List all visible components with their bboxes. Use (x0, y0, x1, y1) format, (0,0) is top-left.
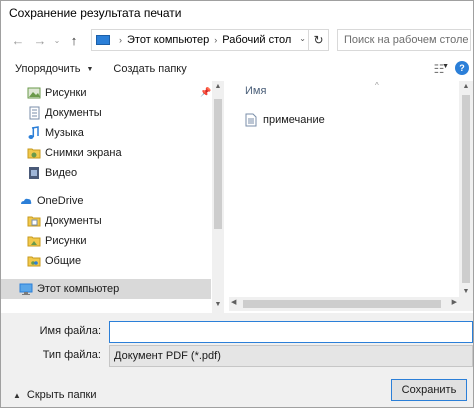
title-bar: Сохранение результата печати (1, 1, 473, 25)
file-name: примечание (263, 114, 325, 126)
chevron-up-icon: ▲ (13, 390, 21, 400)
file-list-vertical-scrollbar[interactable]: ▲ ▼ (459, 81, 473, 297)
sidebar-item-music[interactable]: Музыка (1, 123, 211, 143)
sidebar-item-label: Видео (45, 167, 78, 179)
chevron-down-icon: ⌄ (53, 35, 61, 45)
arrow-up-icon: ↑ (70, 32, 78, 48)
sidebar-item-this-pc[interactable]: Этот компьютер (1, 279, 211, 299)
sidebar-item-label: Документы (45, 107, 102, 119)
video-icon (29, 167, 39, 179)
scrollbar-corner (459, 297, 473, 311)
sidebar-item-label: OneDrive (37, 195, 84, 207)
documents-icon (27, 216, 41, 227)
sidebar-item-label: Музыка (45, 127, 84, 139)
refresh-button[interactable]: ↻ (308, 30, 328, 50)
file-list-horizontal-scrollbar[interactable]: ◀ ▶ (229, 297, 459, 311)
shared-folder-icon (27, 256, 41, 267)
filetype-value: Документ PDF (*.pdf) (114, 350, 221, 362)
save-form: Имя файла: Тип файла: Документ PDF (*.pd… (1, 313, 473, 407)
arrow-right-icon: → (33, 32, 47, 48)
new-folder-label: Создать папку (113, 63, 187, 75)
music-icon (28, 126, 39, 139)
sidebar-item-onedrive-documents[interactable]: Документы (1, 211, 211, 231)
sidebar-item-label: Снимки экрана (45, 147, 122, 159)
sidebar-item-pictures[interactable]: Рисунки 📌 (1, 83, 211, 103)
refresh-icon: ↻ (313, 33, 324, 47)
organize-button[interactable]: Упорядочить ▼ (7, 63, 101, 75)
sidebar-item-label: Общие (45, 255, 82, 267)
folder-icon (27, 148, 41, 159)
help-button[interactable]: ? (455, 61, 469, 75)
hide-folders-button[interactable]: ▲ Скрыть папки (13, 389, 97, 401)
breadcrumb-separator-icon: › (214, 35, 218, 45)
forward-button[interactable]: → (29, 29, 51, 51)
address-bar[interactable]: › Этот компьютер › Рабочий стол ⌄ ↻ (91, 29, 329, 51)
help-icon: ? (459, 63, 465, 73)
breadcrumb-this-pc[interactable]: Этот компьютер (127, 34, 209, 46)
sidebar-item-video[interactable]: Видео (1, 163, 211, 183)
sort-arrow-icon: ^ (375, 81, 379, 90)
hide-folders-label: Скрыть папки (26, 389, 97, 401)
navigation-scrollbar[interactable]: ▲ ▼ (212, 81, 224, 313)
organize-label: Упорядочить (15, 63, 81, 75)
file-item[interactable]: примечание (245, 111, 325, 129)
breadcrumb-desktop[interactable]: Рабочий стол (222, 34, 291, 46)
save-button[interactable]: Сохранить (391, 379, 467, 401)
sidebar-item-label: Рисунки (45, 235, 87, 247)
navigation-pane: Рисунки 📌 Документы Музыка Снимки экрана… (1, 81, 213, 313)
column-header-name[interactable]: Имя (245, 85, 266, 97)
caret-down-icon: ▼ (86, 65, 94, 73)
sidebar-item-label: Рисунки (45, 87, 87, 99)
recent-locations-button[interactable]: ⌄ (51, 29, 63, 51)
onedrive-icon (21, 198, 32, 204)
address-dropdown-icon[interactable]: ⌄ (299, 34, 306, 43)
scrollbar-thumb[interactable] (462, 95, 470, 283)
scroll-down-icon[interactable]: ▼ (212, 301, 224, 311)
filetype-select[interactable]: Документ PDF (*.pdf) (109, 345, 473, 367)
scroll-down-icon[interactable]: ▼ (459, 288, 473, 295)
sidebar-item-onedrive-pictures[interactable]: Рисунки (1, 231, 211, 251)
back-button[interactable]: ← (7, 29, 29, 51)
sidebar-item-shared[interactable]: Общие (1, 251, 211, 271)
breadcrumb-separator-icon: › (119, 35, 122, 45)
file-list: ^ Имя примечание (225, 81, 473, 297)
text-file-icon (245, 113, 257, 127)
scrollbar-thumb[interactable] (214, 99, 222, 229)
pictures-icon (27, 236, 41, 247)
window-title: Сохранение результата печати (9, 6, 182, 20)
filename-label: Имя файла: (39, 325, 101, 337)
scroll-up-icon[interactable]: ▲ (459, 83, 473, 90)
save-label: Сохранить (401, 384, 457, 396)
save-dialog: Сохранение результата печати ← → ⌄ ↑ › Э… (0, 0, 474, 408)
scroll-up-icon[interactable]: ▲ (212, 83, 224, 93)
filename-input[interactable] (109, 321, 473, 343)
sidebar-item-onedrive[interactable]: OneDrive (1, 191, 211, 211)
sidebar-item-screenshots[interactable]: Снимки экрана (1, 143, 211, 163)
computer-icon (19, 283, 33, 295)
new-folder-button[interactable]: Создать папку (105, 63, 194, 75)
scroll-left-icon[interactable]: ◀ (231, 298, 236, 306)
filetype-label: Тип файла: (42, 349, 101, 361)
scroll-right-icon[interactable]: ▶ (452, 298, 457, 306)
pictures-icon (27, 87, 41, 99)
scrollbar-thumb[interactable] (243, 300, 441, 308)
arrow-left-icon: ← (11, 32, 25, 48)
search-input[interactable]: Поиск на рабочем столе (337, 29, 471, 51)
toolbar: Упорядочить ▼ Создать папку ☷ ▼ ? (1, 57, 473, 81)
navigation-row: ← → ⌄ ↑ › Этот компьютер › Рабочий стол … (1, 25, 473, 55)
computer-icon (96, 35, 110, 45)
documents-icon (29, 106, 40, 120)
sidebar-item-label: Этот компьютер (37, 283, 120, 295)
sidebar-item-label: Документы (45, 215, 102, 227)
sidebar-item-documents[interactable]: Документы (1, 103, 211, 123)
pin-icon[interactable]: 📌 (200, 87, 211, 98)
view-caret-down-icon[interactable]: ▼ (442, 63, 449, 70)
up-button[interactable]: ↑ (63, 29, 85, 51)
